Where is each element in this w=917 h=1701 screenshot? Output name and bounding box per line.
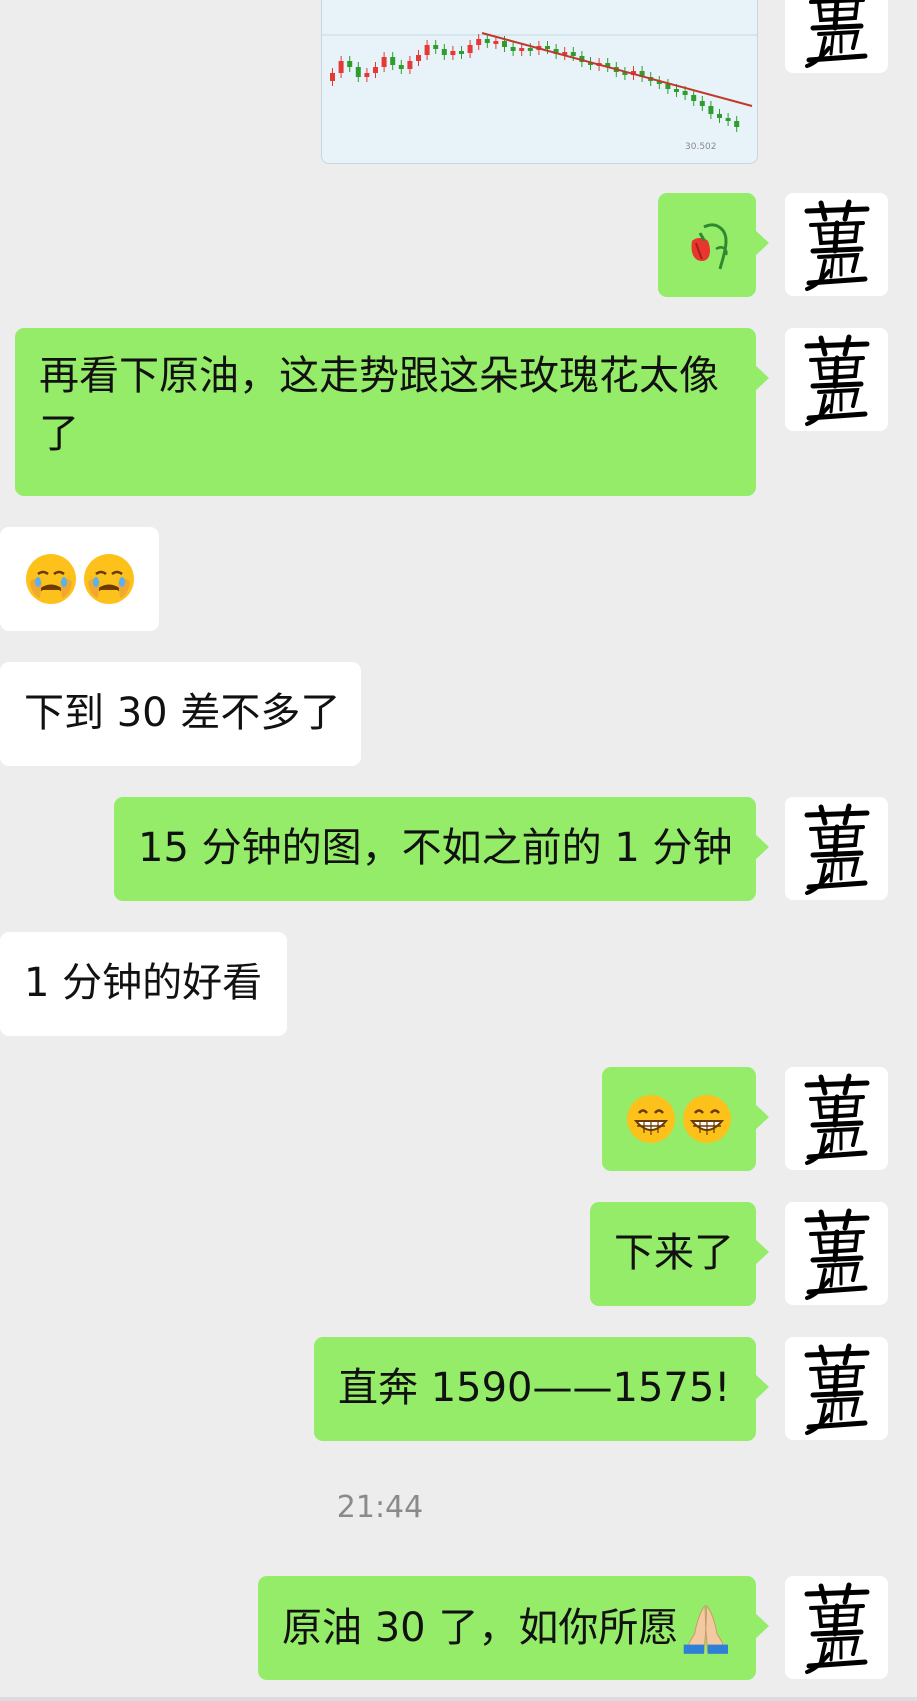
candle-body (510, 47, 516, 51)
candle-body (459, 51, 464, 54)
grinning-emoji-message[interactable] (602, 1067, 769, 1171)
message-text: 再看下原油，这走势跟这朵玫瑰花太像 (39, 353, 719, 399)
grinning-face-emoji (683, 1095, 731, 1143)
message-text-bubble[interactable]: 直奔 1590——1575! (314, 1337, 769, 1441)
avatar[interactable] (785, 328, 888, 431)
candle-body (674, 89, 679, 92)
candle-body (708, 106, 714, 114)
chart-image-message[interactable]: 30.502 (321, 0, 758, 164)
candle-body (381, 57, 387, 67)
candle-body (502, 41, 507, 47)
message-text: 下到 30 差不多了 (24, 690, 341, 736)
message-text-bubble[interactable]: 再看下原油，这走势跟这朵玫瑰花太像 了 (15, 328, 769, 496)
calligraphy-avatar-glyph (804, 1208, 869, 1300)
candle-body (433, 45, 439, 49)
message-text: 了 (39, 411, 79, 457)
crying-face-emoji (25, 554, 76, 604)
candle-body (734, 121, 740, 127)
message-text-bubble[interactable]: 1 分钟的好看 (0, 932, 287, 1036)
candle-body (691, 95, 697, 101)
candle-body (717, 114, 722, 118)
message-text: 15 分钟的图，不如之前的 1 分钟 (138, 825, 733, 871)
avatar[interactable] (785, 193, 888, 296)
candle-body (519, 48, 525, 51)
timestamp: 21:44 (336, 1490, 424, 1525)
candlestick-chart: 30.502 (322, 32, 757, 152)
candle-body (338, 61, 344, 73)
calligraphy-avatar-glyph (804, 334, 869, 426)
avatar[interactable] (785, 797, 888, 900)
chart-price-label: 30.502 (685, 142, 717, 152)
candle-body (364, 73, 370, 77)
message-text-bubble[interactable]: 原油 30 了，如你所愿 (258, 1576, 769, 1680)
candle-body (373, 67, 378, 73)
message-text: 直奔 1590——1575! (338, 1365, 731, 1411)
calligraphy-avatar-glyph (804, 803, 869, 895)
candle-body (725, 118, 731, 121)
candles (330, 34, 740, 132)
avatar[interactable] (785, 1202, 888, 1305)
candle-body (441, 49, 447, 55)
calligraphy-avatar-glyph (804, 199, 869, 291)
calligraphy-avatar-glyph (804, 1582, 869, 1674)
avatar[interactable] (785, 1337, 888, 1440)
candle-body (416, 55, 421, 61)
avatar[interactable] (785, 0, 888, 73)
candle-body (527, 48, 533, 51)
candle-body (407, 61, 413, 69)
bottom-divider (0, 1697, 917, 1701)
wilted-rose-message[interactable] (658, 193, 769, 297)
wilted-rose-emoji (691, 223, 728, 270)
candle-body (355, 67, 361, 77)
message-text-bubble[interactable]: 下到 30 差不多了 (0, 662, 361, 766)
candle-body (347, 61, 353, 67)
avatar[interactable] (785, 1576, 888, 1679)
crying-emoji-message[interactable] (0, 527, 159, 631)
folded-hands-emoji (684, 1604, 729, 1654)
candle-body (570, 52, 576, 56)
candle-body (467, 45, 473, 53)
calligraphy-avatar-glyph (804, 1073, 869, 1165)
candle-body (398, 65, 404, 69)
candle-body (682, 91, 688, 95)
candle-body (493, 41, 499, 44)
candle-body (699, 101, 705, 106)
trend-line (481, 32, 753, 107)
message-text: 原油 30 了，如你所愿 (282, 1605, 679, 1651)
candle-body (476, 39, 482, 45)
calligraphy-avatar-glyph (804, 0, 867, 68)
message-text: 下来了 (614, 1230, 734, 1276)
calligraphy-avatar-glyph (804, 1343, 869, 1435)
candle-body (450, 51, 456, 55)
message-text: 1 分钟的好看 (24, 960, 263, 1006)
grinning-face-emoji (627, 1095, 675, 1143)
message-text-bubble[interactable]: 下来了 (590, 1202, 769, 1306)
crying-face-emoji (83, 554, 134, 604)
candle-body (545, 46, 550, 49)
message-text-bubble[interactable]: 15 分钟的图，不如之前的 1 分钟 (114, 797, 769, 901)
candle-body (484, 39, 490, 43)
avatar[interactable] (785, 1067, 888, 1170)
candle-body (330, 73, 335, 81)
candle-body (390, 57, 396, 65)
candle-body (424, 45, 430, 55)
